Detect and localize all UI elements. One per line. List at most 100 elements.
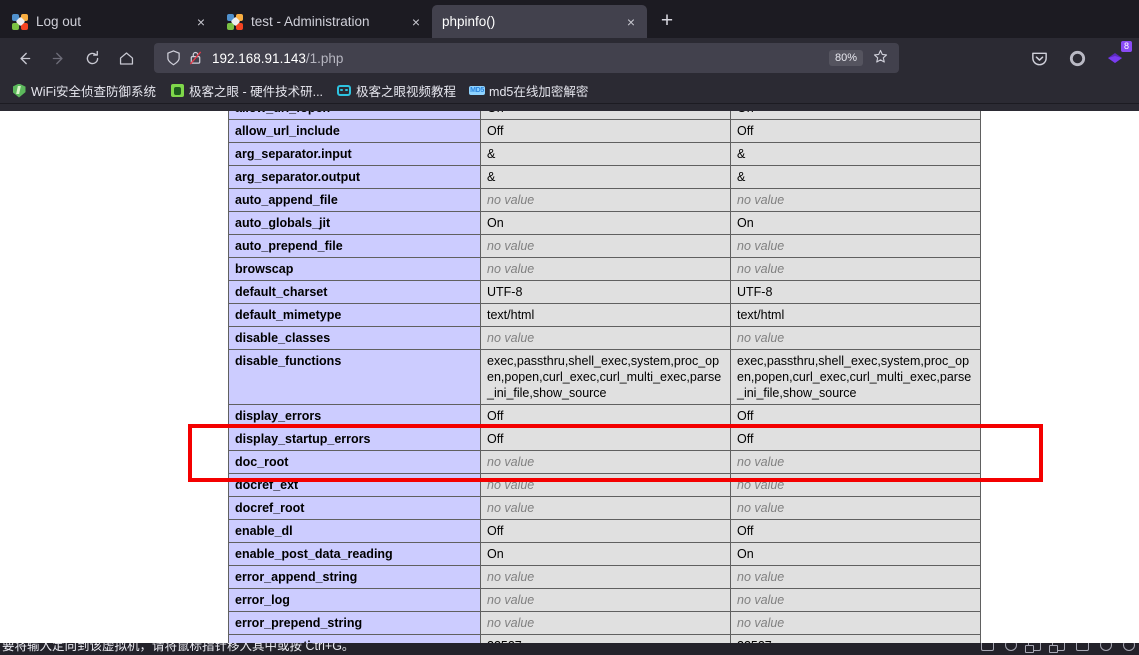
directive-name: arg_separator.input (228, 142, 481, 166)
table-row: auto_globals_jit On On (228, 211, 981, 235)
master-value: UTF-8 (730, 280, 981, 304)
table-body: allow_url_fopenOnOnallow_url_includeOffO… (228, 111, 981, 643)
bookmark-item[interactable]: 极客之眼 - 硬件技术研... (164, 79, 329, 102)
vm-hint-text: 要将输入定向到该虚拟机，请将鼠标指针移入其中或按 Ctrl+G。 (2, 643, 355, 653)
directive-name: auto_globals_jit (228, 211, 481, 235)
phpinfo-directives-table: allow_url_fopenOnOnallow_url_includeOffO… (228, 111, 981, 643)
printer-icon[interactable] (1123, 643, 1135, 651)
master-value: text/html (730, 303, 981, 327)
pocket-icon[interactable] (1023, 42, 1055, 74)
bookmark-label: md5在线加密解密 (489, 85, 589, 99)
close-icon[interactable]: × (621, 12, 641, 32)
directive-name: display_startup_errors (228, 427, 481, 451)
master-value: exec,passthru,shell_exec,system,proc_ope… (730, 349, 981, 405)
directive-name: arg_separator.output (228, 165, 481, 189)
bookmark-item[interactable]: MD5 md5在线加密解密 (464, 79, 594, 102)
directive-name: doc_root (228, 450, 481, 474)
table-row: auto_prepend_file no value no value (228, 234, 981, 258)
table-row: doc_root no value no value (228, 450, 981, 474)
directive-name: default_mimetype (228, 303, 481, 327)
master-value: & (730, 165, 981, 189)
toolbar-right-buttons: 8 (1023, 41, 1132, 74)
directive-name: docref_ext (228, 473, 481, 497)
disk-icon[interactable] (1005, 643, 1017, 651)
master-value: On (730, 542, 981, 566)
master-value: no value (730, 450, 981, 474)
local-value: Off (480, 519, 731, 543)
directive-name: browscap (228, 257, 481, 281)
browser-tab[interactable]: Log out × (2, 5, 217, 38)
master-value: Off (730, 427, 981, 451)
directive-name: default_charset (228, 280, 481, 304)
page-content: allow_url_fopenOnOnallow_url_includeOffO… (0, 111, 1139, 643)
local-value: & (480, 165, 731, 189)
table-row: allow_url_fopenOnOn (228, 111, 981, 120)
directive-name: error_log (228, 588, 481, 612)
local-value: no value (480, 450, 731, 474)
tab-title: test - Administration (251, 14, 370, 29)
md5-icon: MD5 (469, 86, 485, 95)
bookmark-label: WiFi安全侦查防御系统 (31, 85, 156, 99)
green-shield-icon (12, 83, 26, 98)
extension-icon[interactable]: 8 (1099, 41, 1132, 74)
local-value: Off (480, 119, 731, 143)
local-value: UTF-8 (480, 280, 731, 304)
home-button[interactable] (110, 42, 142, 74)
table-row: allow_url_include Off Off (228, 119, 981, 143)
table-row: error_append_string no value no value (228, 565, 981, 589)
local-value: no value (480, 326, 731, 350)
directive-name: error_reporting (228, 634, 481, 643)
directive-name: disable_classes (228, 326, 481, 350)
zoom-level-badge[interactable]: 80% (828, 50, 863, 66)
local-value: Off (480, 427, 731, 451)
display-icon[interactable] (981, 643, 994, 651)
bookmarks-bar: WiFi安全侦查防御系统 极客之眼 - 硬件技术研... 极客之眼视频教程 MD… (0, 78, 1139, 104)
local-value: no value (480, 234, 731, 258)
browser-tab-active[interactable]: phpinfo() × (432, 5, 647, 38)
url-path: /1.php (305, 50, 344, 66)
directive-name: docref_root (228, 496, 481, 520)
sound-icon[interactable] (1100, 643, 1112, 651)
master-value: no value (730, 611, 981, 635)
master-value: Off (730, 119, 981, 143)
account-circle-icon[interactable] (1061, 42, 1093, 74)
new-tab-button[interactable]: + (651, 6, 683, 36)
reload-button[interactable] (76, 42, 108, 74)
master-value: no value (730, 257, 981, 281)
master-value: Off (730, 404, 981, 428)
shield-icon[interactable] (162, 47, 184, 69)
table-row: default_charset UTF-8 UTF-8 (228, 280, 981, 304)
directive-name: enable_dl (228, 519, 481, 543)
master-value: On (730, 111, 981, 120)
local-value: no value (480, 565, 731, 589)
close-icon[interactable]: × (191, 12, 211, 32)
bookmark-item[interactable]: 极客之眼视频教程 (331, 79, 462, 102)
close-icon[interactable]: × (406, 12, 426, 32)
insecure-lock-icon[interactable] (184, 47, 206, 69)
bookmark-label: 极客之眼视频教程 (356, 85, 457, 99)
extension-badge: 8 (1120, 41, 1132, 52)
table-row: browscap no value no value (228, 257, 981, 281)
local-value: On (480, 111, 731, 120)
bookmark-item[interactable]: WiFi安全侦查防御系统 (6, 79, 162, 102)
browser-tab[interactable]: test - Administration × (217, 5, 432, 38)
table-row: disable_functions exec,passthru,shell_exe… (228, 349, 981, 405)
master-value: & (730, 142, 981, 166)
directive-name: auto_prepend_file (228, 234, 481, 258)
back-button[interactable] (8, 42, 40, 74)
table-row: error_log no value no value (228, 588, 981, 612)
local-value: & (480, 142, 731, 166)
address-bar[interactable]: 192.168.91.143/1.php 80% (154, 43, 899, 73)
forward-button[interactable] (42, 42, 74, 74)
tab-strip: Log out × test - Administration × phpinf… (0, 0, 1139, 38)
bookmark-star-icon[interactable] (869, 49, 891, 68)
network-icon[interactable] (1025, 643, 1041, 653)
local-value: 22527 (480, 634, 731, 643)
tab-title: Log out (36, 14, 82, 29)
table-row: display_startup_errors Off Off (228, 427, 981, 451)
usb-icon[interactable] (1076, 643, 1089, 651)
directive-name: allow_url_fopen (228, 111, 481, 120)
network2-icon[interactable] (1049, 643, 1065, 653)
table-row: arg_separator.input & & (228, 142, 981, 166)
master-value: no value (730, 188, 981, 212)
